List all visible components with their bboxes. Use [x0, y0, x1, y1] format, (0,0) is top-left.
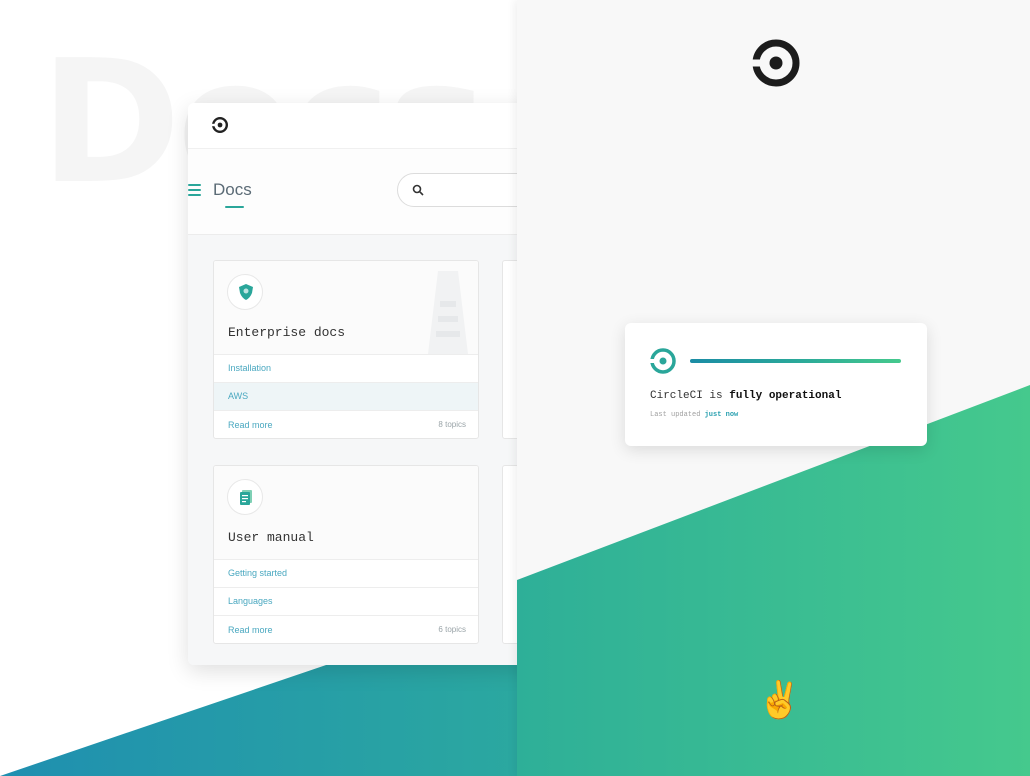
user-manual-card[interactable]: User manual Getting started Languages Re…	[213, 465, 479, 644]
stack-illustration-icon	[428, 271, 468, 354]
card-footer: Read more 8 topics	[214, 411, 478, 438]
card-title[interactable]: Enterprise docs	[228, 325, 345, 340]
status-message: CircleCI is fully operational	[650, 390, 841, 402]
docs-cards-area: Enterprise docs Installation AWS Read mo…	[188, 235, 517, 665]
search-icon	[412, 184, 424, 196]
partial-card[interactable]	[502, 465, 517, 644]
card-link-aws[interactable]: AWS	[214, 383, 478, 411]
docs-nav-bar: Docs	[188, 149, 517, 235]
partial-card[interactable]	[502, 260, 517, 439]
status-progress-bar	[690, 359, 901, 363]
topic-count: 6 topics	[438, 625, 466, 634]
status-updated: Last updated just now	[650, 411, 738, 419]
docs-preview-panel: Docs Docs	[0, 0, 517, 776]
status-prefix: CircleCI is	[650, 390, 730, 402]
document-icon	[240, 490, 252, 505]
peace-emoji: ✌️	[757, 679, 802, 720]
card-link-languages[interactable]: Languages	[214, 588, 478, 616]
read-more-link[interactable]: Read more	[228, 625, 273, 635]
status-check-icon	[650, 348, 676, 374]
enterprise-docs-card[interactable]: Enterprise docs Installation AWS Read mo…	[213, 260, 479, 439]
active-tab-underline	[225, 206, 244, 208]
card-footer: Read more 6 topics	[214, 616, 478, 643]
hamburger-menu-icon[interactable]	[188, 184, 201, 197]
card-title[interactable]: User manual	[228, 530, 314, 545]
card-icon-badge	[227, 274, 263, 310]
circleci-logo-icon	[752, 39, 800, 87]
docs-window: Docs Enterprise docs Installation AWS Re…	[188, 103, 517, 665]
card-icon-badge	[227, 479, 263, 515]
updated-prefix: Last updated	[650, 411, 705, 419]
card-link-installation[interactable]: Installation	[214, 355, 478, 383]
read-more-link[interactable]: Read more	[228, 420, 273, 430]
card-link-getting-started[interactable]: Getting started	[214, 560, 478, 588]
status-state: fully operational	[729, 390, 842, 402]
card-header: Enterprise docs	[214, 261, 478, 355]
status-panel: CircleCI is fully operational Last updat…	[517, 0, 1030, 776]
docs-nav-title[interactable]: Docs	[213, 180, 252, 200]
search-input[interactable]	[397, 173, 517, 207]
card-header: User manual	[214, 466, 478, 560]
updated-link[interactable]: just now	[705, 411, 739, 419]
shield-icon	[239, 284, 253, 300]
topic-count: 8 topics	[438, 420, 466, 429]
docs-window-header	[188, 103, 517, 149]
status-card: CircleCI is fully operational Last updat…	[625, 323, 927, 446]
circleci-logo-icon[interactable]	[212, 117, 228, 133]
